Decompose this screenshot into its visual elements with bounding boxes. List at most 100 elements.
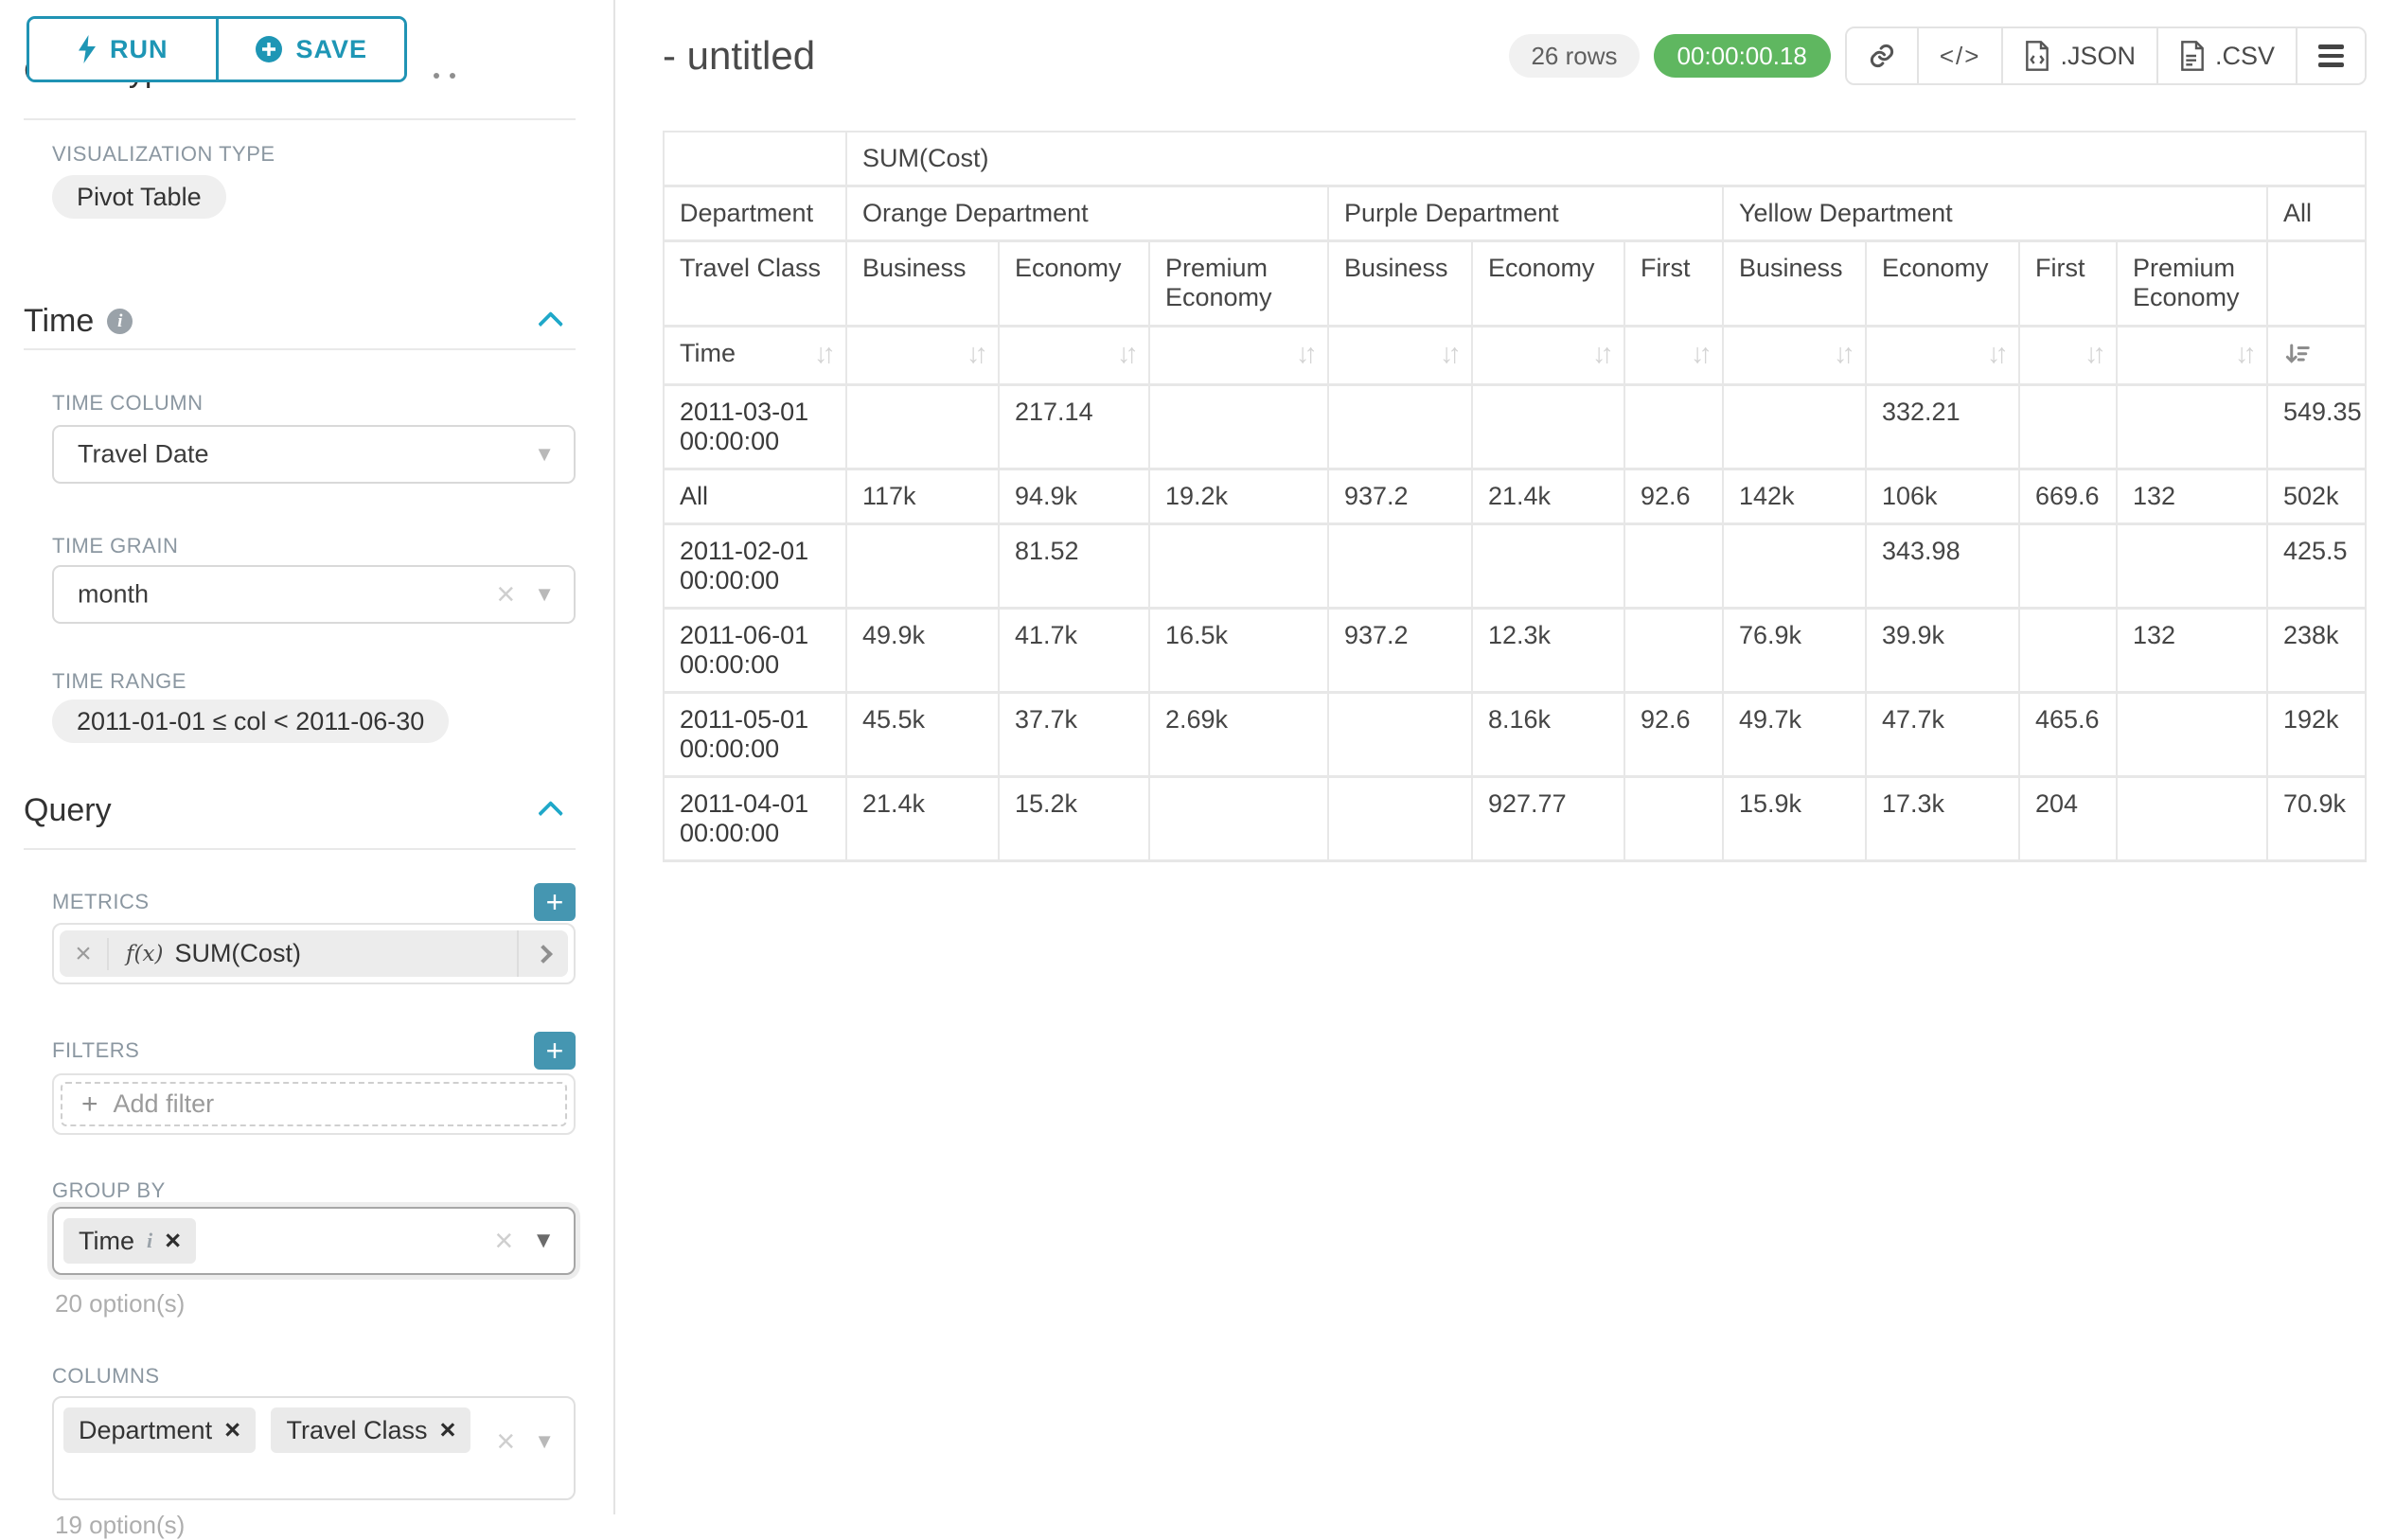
- remove-metric-icon[interactable]: ×: [60, 938, 109, 970]
- cell-value: 81.52: [999, 524, 1149, 609]
- export-json-button[interactable]: .JSON: [2001, 28, 2156, 83]
- run-button[interactable]: RUN: [29, 19, 216, 80]
- chip-label: Time: [79, 1227, 134, 1256]
- cell-value: [846, 385, 999, 469]
- cell-value: 15.2k: [999, 777, 1149, 861]
- sort-icon[interactable]: ↓↑: [1691, 341, 1707, 368]
- columns-select[interactable]: Department × Travel Class × × ▼: [52, 1396, 576, 1500]
- cell-value: [1624, 524, 1723, 609]
- columns-chip-department[interactable]: Department ×: [63, 1407, 256, 1453]
- remove-chip-icon[interactable]: ×: [440, 1417, 456, 1444]
- cell-value: 21.4k: [1472, 469, 1624, 524]
- chevron-down-icon[interactable]: ▼: [534, 582, 555, 607]
- sort-icon[interactable]: ↓↑: [1296, 341, 1312, 368]
- metric-pill[interactable]: × f(x) SUM(Cost): [60, 930, 568, 977]
- time-column-select[interactable]: Travel Date ▼: [52, 425, 576, 484]
- expand-metric-button[interactable]: [517, 930, 568, 977]
- view-query-button[interactable]: </>: [1917, 28, 2002, 83]
- sort-header[interactable]: ↓↑: [999, 327, 1149, 385]
- cell-value: 465.6: [2019, 693, 2117, 777]
- viz-type-chip[interactable]: Pivot Table: [52, 175, 226, 219]
- sort-header[interactable]: ↓↑: [1723, 327, 1866, 385]
- add-filter-button[interactable]: + Add filter: [61, 1082, 567, 1126]
- group-by-select[interactable]: Time i × × ▼: [52, 1207, 576, 1275]
- sort-icon[interactable]: ↓↑: [967, 341, 983, 368]
- cell-value: [1723, 524, 1866, 609]
- add-metric-button[interactable]: +: [534, 883, 576, 921]
- sort-icon[interactable]: ↓↑: [1592, 341, 1608, 368]
- sort-header[interactable]: ↓↑: [1149, 327, 1328, 385]
- column-header: Premium Economy: [1149, 241, 1328, 327]
- cell-value: 502k: [2267, 469, 2366, 524]
- clear-icon[interactable]: ×: [494, 1225, 513, 1257]
- sort-icon[interactable]: ↓↑: [1987, 341, 2003, 368]
- sort-icon[interactable]: ↓↑: [1834, 341, 1850, 368]
- cell-value: [1624, 609, 1723, 693]
- time-range-chip[interactable]: 2011-01-01 ≤ col < 2011-06-30: [52, 699, 449, 743]
- metric-name: SUM(Cost): [174, 939, 301, 968]
- add-filter-plus-button[interactable]: +: [534, 1032, 576, 1070]
- table-row: 2011-03-01 00:00:00217.14332.21549.35: [664, 385, 2366, 469]
- save-button[interactable]: SAVE: [216, 19, 405, 80]
- cell-value: [1328, 385, 1472, 469]
- chip-label: Travel Class: [286, 1416, 427, 1445]
- cell-value: 132: [2117, 469, 2267, 524]
- table-row: 2011-02-01 00:00:0081.52343.98425.5: [664, 524, 2366, 609]
- sort-header[interactable]: ↓↑: [1472, 327, 1624, 385]
- sort-header[interactable]: ↓↑: [1624, 327, 1723, 385]
- hamburger-icon: [2318, 44, 2344, 67]
- export-csv-button[interactable]: .CSV: [2156, 28, 2296, 83]
- cell-value: [1328, 777, 1472, 861]
- row-count-badge: 26 rows: [1509, 34, 1639, 78]
- metrics-label: METRICS: [52, 890, 150, 914]
- corner-cell: [664, 132, 846, 186]
- clear-icon[interactable]: ×: [496, 578, 515, 611]
- chevron-up-icon[interactable]: [538, 311, 563, 337]
- sort-header[interactable]: [2267, 327, 2366, 385]
- column-group-header: Orange Department: [846, 186, 1328, 241]
- chevron-up-icon[interactable]: [538, 801, 563, 826]
- chevron-right-icon: [534, 945, 553, 964]
- sort-header[interactable]: ↓↑: [2117, 327, 2267, 385]
- remove-chip-icon[interactable]: ×: [165, 1228, 181, 1255]
- sort-desc-icon[interactable]: [2283, 341, 2312, 369]
- sort-header[interactable]: ↓↑: [1866, 327, 2019, 385]
- sort-header[interactable]: ↓↑: [846, 327, 999, 385]
- time-range-label: TIME RANGE: [52, 669, 615, 694]
- columns-chip-travel-class[interactable]: Travel Class ×: [271, 1407, 470, 1453]
- remove-chip-icon[interactable]: ×: [224, 1417, 240, 1444]
- group-by-chip-time[interactable]: Time i ×: [63, 1218, 196, 1264]
- run-button-label: RUN: [110, 35, 169, 64]
- column-header: Economy: [1866, 241, 2019, 327]
- column-header: Economy: [999, 241, 1149, 327]
- cell-value: 19.2k: [1149, 469, 1328, 524]
- sort-header[interactable]: Time↓↑: [664, 327, 846, 385]
- sort-icon[interactable]: ↓↑: [1440, 341, 1456, 368]
- share-link-button[interactable]: [1847, 28, 1917, 83]
- cell-value: 937.2: [1328, 609, 1472, 693]
- sort-icon[interactable]: ↓↑: [1117, 341, 1133, 368]
- cell-value: [1472, 524, 1624, 609]
- chevron-down-icon[interactable]: ▼: [534, 1429, 555, 1454]
- chevron-down-icon[interactable]: ▼: [532, 1228, 555, 1254]
- sort-icon[interactable]: ↓↑: [2235, 341, 2251, 368]
- cell-value: 21.4k: [846, 777, 999, 861]
- cell-value: 45.5k: [846, 693, 999, 777]
- sort-header[interactable]: ↓↑: [1328, 327, 1472, 385]
- time-grain-select[interactable]: month × ▼: [52, 565, 576, 624]
- sort-icon[interactable]: ↓↑: [2085, 341, 2101, 368]
- add-filter-label: Add filter: [114, 1089, 215, 1119]
- menu-button[interactable]: [2296, 28, 2365, 83]
- column-header: Business: [1328, 241, 1472, 327]
- column-header: First: [1624, 241, 1723, 327]
- chevron-down-icon[interactable]: ▼: [534, 442, 555, 467]
- chart-title[interactable]: - untitled: [663, 33, 815, 79]
- run-save-button-group: RUN SAVE: [27, 16, 407, 82]
- sort-header[interactable]: ↓↑: [2019, 327, 2117, 385]
- table-row: 2011-04-01 00:00:0021.4k15.2k927.7715.9k…: [664, 777, 2366, 861]
- viz-type-label: VISUALIZATION TYPE: [52, 142, 615, 167]
- sort-icon[interactable]: ↓↑: [814, 341, 830, 368]
- cell-value: 8.16k: [1472, 693, 1624, 777]
- group-by-options-hint: 20 option(s): [55, 1289, 615, 1319]
- clear-icon[interactable]: ×: [496, 1425, 515, 1458]
